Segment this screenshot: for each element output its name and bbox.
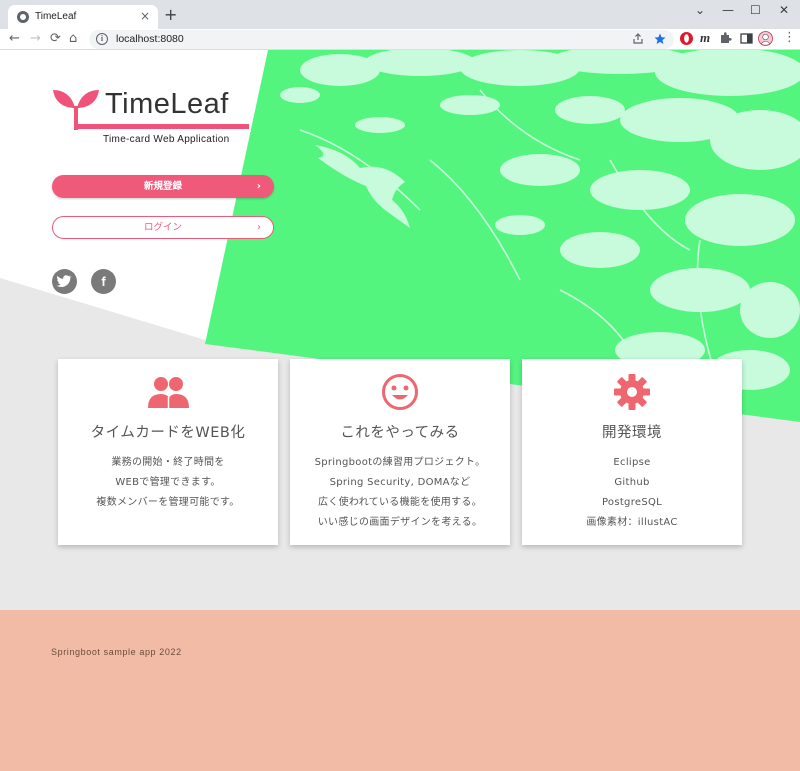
share-icon[interactable] (632, 33, 644, 45)
puzzle-icon[interactable] (718, 31, 733, 46)
card-line: 業務の開始・終了時間を (111, 457, 225, 468)
register-button[interactable]: 新規登録 › (52, 175, 274, 198)
card-line: 複数メンバーを管理可能です。 (96, 497, 240, 508)
tab-title: TimeLeaf (35, 11, 77, 22)
forward-button[interactable]: → (30, 30, 41, 48)
card-line: 画像素材：illustAC (586, 517, 678, 528)
smile-icon (382, 374, 418, 410)
browser-tab-bar: TimeLeaf × + ⌄ — ☐ ✕ (0, 0, 800, 29)
chevron-right-icon: › (257, 222, 261, 233)
page: TimeLeaf Time-card Web Application 新規登録 … (0, 50, 800, 771)
card-title: 開発環境 (602, 425, 662, 441)
logo[interactable]: TimeLeaf Time-card Web Application (52, 86, 252, 181)
card-title: これをやってみる (340, 425, 460, 441)
logo-subtitle: Time-card Web Application (103, 134, 230, 145)
url-text[interactable]: localhost:8080 (116, 33, 184, 45)
menu-icon[interactable]: ⋮ (783, 30, 796, 45)
opera-extension-icon[interactable] (679, 31, 694, 46)
minimize-button[interactable]: — (722, 3, 734, 17)
card-line: Spring Security, DOMAなど (329, 477, 471, 488)
back-button[interactable]: ← (9, 30, 20, 48)
chevron-right-icon: › (256, 181, 261, 192)
globe-icon (17, 11, 29, 23)
twitter-button[interactable] (52, 269, 77, 294)
twitter-icon (56, 275, 72, 288)
card-line: 広く使われている機能を使用する。 (318, 497, 482, 508)
login-button-label: ログイン (143, 222, 182, 233)
facebook-icon: f (101, 274, 106, 289)
feature-card: タイムカードをWEB化 業務の開始・終了時間を WEBで管理できます。 複数メン… (58, 359, 278, 545)
chevron-down-icon[interactable]: ⌄ (695, 3, 705, 17)
feature-card: これをやってみる Springbootの練習用プロジェクト。 Spring Se… (290, 359, 510, 545)
info-icon[interactable]: i (96, 33, 108, 45)
card-line: いい感じの画面デザインを考える。 (317, 517, 483, 528)
close-window-button[interactable]: ✕ (779, 3, 789, 17)
login-button[interactable]: ログイン › (52, 216, 274, 239)
footer: Springboot sample app 2022 (0, 610, 800, 771)
card-title: タイムカードをWEB化 (90, 425, 246, 441)
feature-card: 開発環境 Eclipse Github PostgreSQL 画像素材：illu… (522, 359, 742, 545)
logo-text: TimeLeaf (105, 88, 229, 120)
address-bar[interactable]: i localhost:8080 (89, 30, 674, 49)
card-line: Springbootの練習用プロジェクト。 (314, 457, 486, 468)
logo-underline (74, 124, 249, 129)
m-extension-icon[interactable]: m (700, 30, 710, 46)
avatar[interactable] (758, 31, 773, 46)
card-line: Eclipse (613, 457, 651, 468)
footer-text: Springboot sample app 2022 (51, 647, 182, 657)
users-icon (148, 377, 189, 408)
facebook-button[interactable]: f (91, 269, 116, 294)
card-body: Eclipse Github PostgreSQL 画像素材：illustAC (522, 453, 742, 533)
reload-button[interactable]: ⟳ (50, 30, 61, 48)
gear-icon (614, 374, 650, 410)
star-icon[interactable] (654, 33, 666, 45)
browser-toolbar: ← → ⟳ ⌂ i localhost:8080 m ⋮ (0, 29, 800, 50)
tab-close-icon[interactable]: × (140, 9, 150, 23)
card-line: WEBで管理できます。 (115, 477, 221, 488)
card-line: PostgreSQL (601, 497, 663, 508)
browser-tab[interactable]: TimeLeaf × (8, 5, 158, 29)
sidepanel-icon[interactable] (739, 31, 754, 46)
card-body: 業務の開始・終了時間を WEBで管理できます。 複数メンバーを管理可能です。 (58, 453, 278, 513)
card-line: Github (614, 477, 650, 488)
card-body: Springbootの練習用プロジェクト。 Spring Security, D… (290, 453, 510, 533)
maximize-button[interactable]: ☐ (750, 3, 761, 17)
new-tab-button[interactable]: + (164, 6, 177, 24)
register-button-label: 新規登録 (143, 181, 182, 192)
home-button[interactable]: ⌂ (69, 30, 77, 48)
